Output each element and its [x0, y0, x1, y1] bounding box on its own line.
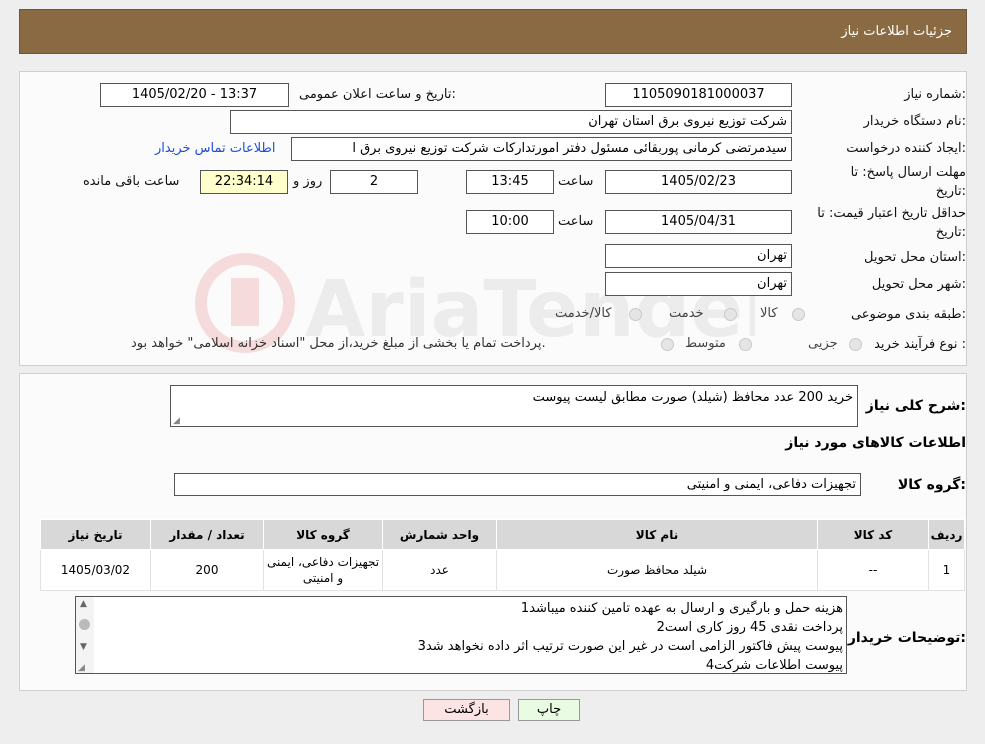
- col-goods-name: نام کالا: [496, 519, 818, 550]
- col-unit: واحد شمارش: [382, 519, 497, 550]
- resize-handle-icon[interactable]: ◢: [78, 663, 85, 673]
- page-header: جزئیات اطلاعات نیاز: [19, 9, 967, 54]
- buyer-note-line: 3پیوست پیش فاکتور الزامی است در غیر این …: [417, 639, 843, 654]
- buyer-org-field: شرکت توزیع نیروی برق استان تهران: [230, 110, 792, 134]
- page-title: جزئیات اطلاعات نیاز: [841, 24, 952, 39]
- buyer-contact-link[interactable]: اطلاعات تماس خریدار: [155, 141, 275, 156]
- cell-quantity: 200: [150, 549, 264, 591]
- deadline-time-field: 13:45: [466, 170, 554, 194]
- deadline-date-field: 1405/02/23: [605, 170, 792, 194]
- scroll-down-icon[interactable]: ▼: [80, 642, 87, 652]
- col-quantity: تعداد / مقدار: [150, 519, 264, 550]
- city-field: تهران: [605, 272, 792, 296]
- cell-goods-code: --: [817, 549, 929, 591]
- category-option-service: خدمت: [669, 306, 704, 321]
- validity-label-1: حداقل تاریخ اعتبار قیمت: تا: [817, 206, 966, 221]
- goods-table: ردیف کد کالا نام کالا واحد شمارش گروه کا…: [40, 519, 965, 591]
- cell-need-date: 1405/03/02: [40, 549, 151, 591]
- process-option-medium: متوسط: [685, 336, 726, 351]
- deadline-time-label: ساعت: [558, 174, 594, 189]
- category-radio-goods[interactable]: [792, 308, 805, 321]
- cell-unit: عدد: [382, 549, 497, 591]
- col-need-date: تاریخ نیاز: [40, 519, 151, 550]
- process-checkbox-treasury[interactable]: [661, 338, 674, 351]
- col-goods-group: گروه کالا: [263, 519, 383, 550]
- buyer-note-line: 2پرداخت نقدی 45 روز کاری است: [656, 620, 843, 635]
- category-option-goods: کالا: [760, 306, 778, 321]
- days-label: روز و: [293, 174, 323, 189]
- back-button[interactable]: بازگشت: [423, 699, 510, 721]
- process-option-minor: جزیی: [808, 336, 838, 351]
- buyer-notes-lines: 1هزینه حمل و بارگیری و ارسال به عهده تام…: [417, 599, 843, 673]
- buyer-notes-label: توضیحات خریدار:: [847, 630, 966, 646]
- creator-field: سیدمرتضی کرمانی پوربقائی مسئول دفتر امور…: [291, 137, 792, 161]
- announce-field: 1405/02/20 - 13:37: [100, 83, 289, 107]
- table-row: 1 -- شیلد محافظ صورت عدد تجهیزات دفاعی، …: [40, 549, 965, 591]
- buyer-notes-scrollbar[interactable]: ▲ ▼: [76, 597, 94, 673]
- province-field: تهران: [605, 244, 792, 268]
- remaining-label: ساعت باقی مانده: [83, 174, 180, 189]
- process-note: پرداخت تمام یا بخشی از مبلغ خرید،از محل …: [131, 336, 546, 351]
- process-label: نوع فرآیند خرید :: [874, 337, 966, 352]
- category-option-both: کالا/خدمت: [555, 306, 612, 321]
- cell-goods-group: تجهیزات دفاعی، ایمنی و امنیتی: [263, 549, 383, 591]
- description-label: شرح کلی نیاز:: [865, 398, 966, 414]
- scroll-thumb[interactable]: [79, 619, 90, 630]
- col-row-number: ردیف: [928, 519, 965, 550]
- cell-goods-name: شیلد محافظ صورت: [496, 549, 818, 591]
- need-number-label: شماره نیاز:: [904, 87, 966, 102]
- category-label: طبقه بندی موضوعی:: [850, 307, 966, 322]
- table-header-row: ردیف کد کالا نام کالا واحد شمارش گروه کا…: [40, 519, 965, 550]
- province-label: استان محل تحویل:: [864, 250, 966, 265]
- need-number-field: 1105090181000037: [605, 83, 792, 107]
- buyer-note-line: 4پیوست اطلاعات شرکت: [705, 658, 843, 673]
- city-label: شهر محل تحویل:: [871, 277, 966, 292]
- description-text: خرید 200 عدد محافظ (شیلد) صورت مطابق لیس…: [532, 390, 853, 405]
- validity-time-label: ساعت: [558, 214, 594, 229]
- days-field: 2: [330, 170, 418, 194]
- scroll-up-icon[interactable]: ▲: [80, 599, 87, 609]
- print-button[interactable]: چاپ: [518, 699, 580, 721]
- buyer-notes-field: ▲ ▼ 1هزینه حمل و بارگیری و ارسال به عهده…: [75, 596, 847, 674]
- col-goods-code: کد کالا: [817, 519, 929, 550]
- deadline-label-2: تاریخ:: [935, 184, 966, 199]
- category-radio-both[interactable]: [629, 308, 642, 321]
- category-radio-service[interactable]: [724, 308, 737, 321]
- buyer-note-line: 1هزینه حمل و بارگیری و ارسال به عهده تام…: [520, 601, 843, 616]
- deadline-label-1: مهلت ارسال پاسخ: تا: [850, 165, 966, 180]
- goods-group-field: تجهیزات دفاعی، ایمنی و امنیتی: [174, 473, 861, 496]
- resize-handle-icon[interactable]: ◢: [173, 416, 180, 426]
- goods-group-label: گروه کالا:: [897, 477, 966, 493]
- buyer-org-label: نام دستگاه خریدار:: [863, 114, 966, 129]
- remaining-time-field: 22:34:14: [200, 170, 288, 194]
- validity-date-field: 1405/04/31: [605, 210, 792, 234]
- creator-label: ایجاد کننده درخواست:: [846, 141, 966, 156]
- validity-time-field: 10:00: [466, 210, 554, 234]
- cell-row-number: 1: [928, 549, 965, 591]
- process-radio-medium[interactable]: [739, 338, 752, 351]
- goods-section-title: اطلاعات کالاهای مورد نیاز: [785, 435, 966, 451]
- announce-label: تاریخ و ساعت اعلان عمومی:: [299, 87, 456, 102]
- process-radio-minor[interactable]: [849, 338, 862, 351]
- description-field: خرید 200 عدد محافظ (شیلد) صورت مطابق لیس…: [170, 385, 858, 427]
- validity-label-2: تاریخ:: [935, 225, 966, 240]
